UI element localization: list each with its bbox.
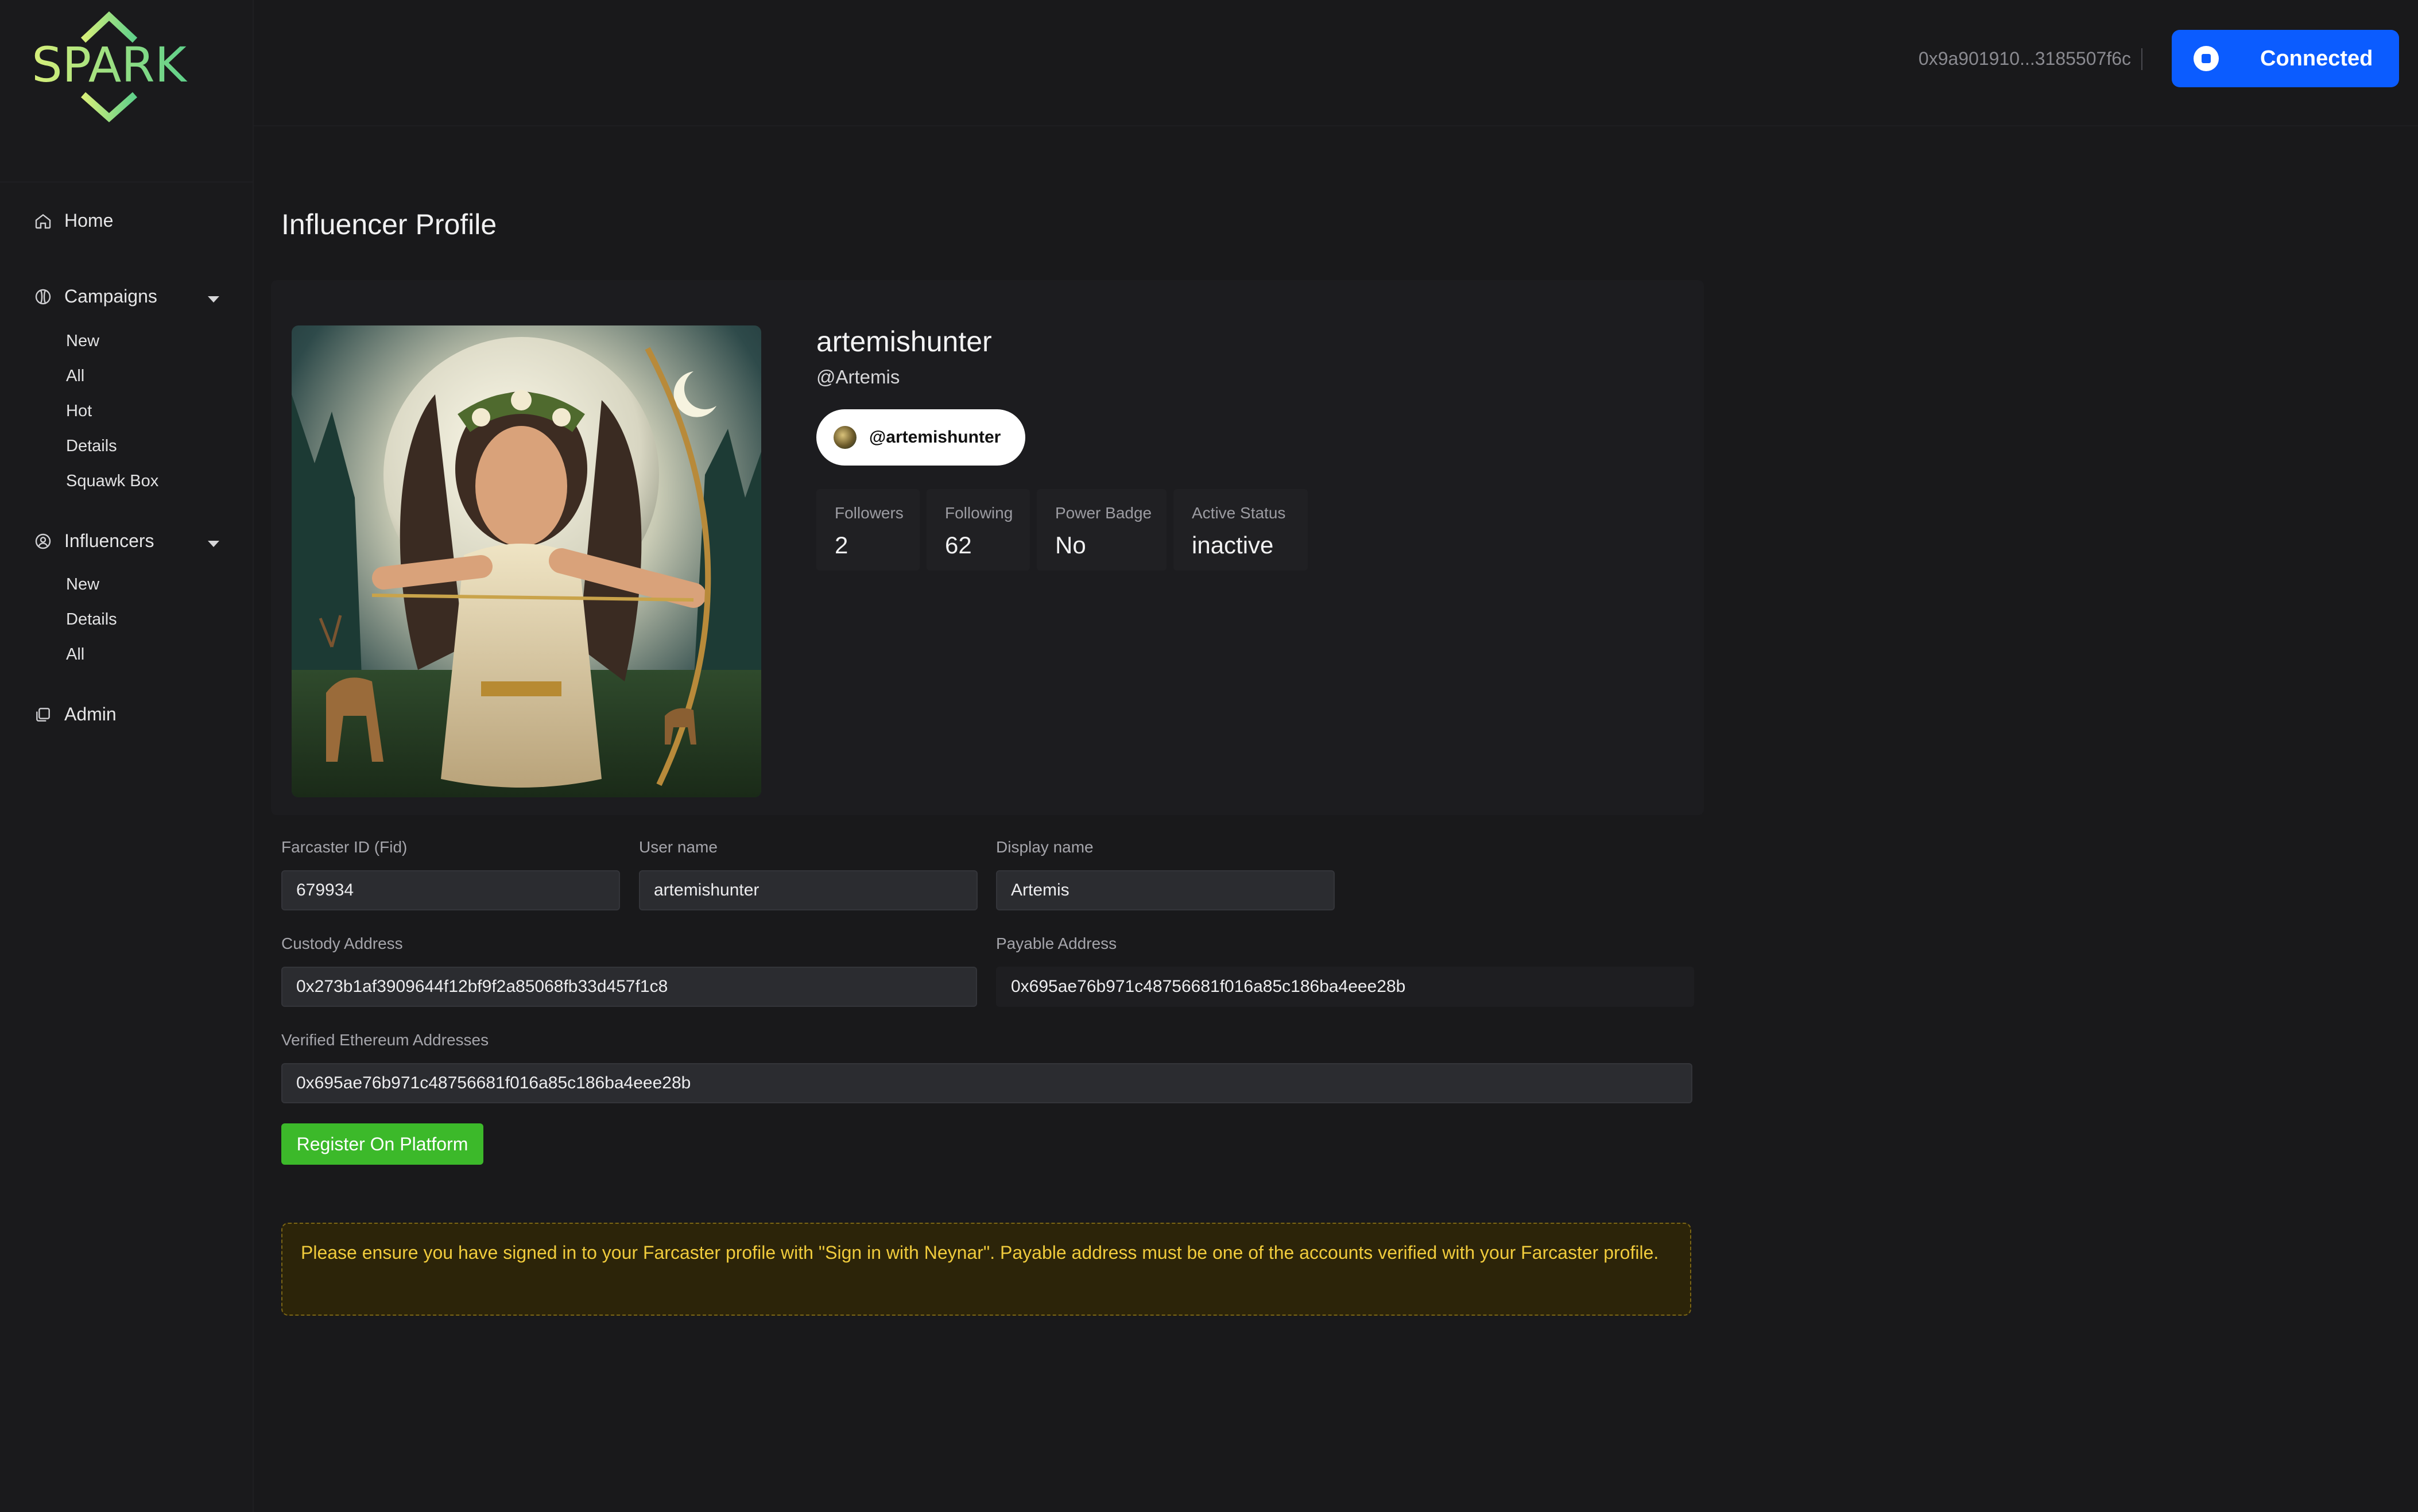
sidebar-item-label: Home	[64, 210, 114, 231]
stat-label: Followers	[835, 504, 904, 522]
profile-handle: @Artemis	[816, 366, 900, 387]
wallet-icon	[2194, 46, 2219, 71]
payable-address-label: Payable Address	[996, 935, 1117, 952]
sidebar-item-label: Influencers	[64, 530, 154, 551]
username-label: User name	[639, 838, 718, 856]
campaign-icon	[33, 287, 53, 307]
custody-address-field[interactable]: 0x273b1af3909644f12bf9f2a85068fb33d457f1…	[281, 967, 977, 1007]
chevron-down-icon[interactable]	[208, 541, 219, 547]
sidebar-item-campaigns[interactable]: Campaigns	[33, 286, 157, 307]
logo-wordmark: SPARK	[32, 37, 187, 93]
user-circle-icon	[33, 532, 53, 551]
profile-link-label: @artemishunter	[869, 428, 1001, 447]
warning-notice: Please ensure you have signed in to your…	[281, 1223, 1691, 1316]
connected-button-label: Connected	[2260, 46, 2373, 71]
sidebar-item-influencers[interactable]: Influencers	[33, 530, 154, 552]
stat-label: Power Badge	[1055, 504, 1152, 522]
sidebar-subitem-campaigns-new[interactable]: New	[66, 332, 99, 351]
page-title: Influencer Profile	[281, 208, 497, 241]
connected-button[interactable]: Connected	[2172, 30, 2399, 87]
chevron-down-icon[interactable]	[208, 296, 219, 303]
sidebar-subitem-campaigns-hot[interactable]: Hot	[66, 402, 92, 421]
username-field[interactable]: artemishunter	[639, 870, 978, 910]
sidebar-subitem-campaigns-details[interactable]: Details	[66, 437, 117, 456]
wallet-address[interactable]: 0x9a901910...3185507f6c	[1919, 48, 2131, 69]
sidebar-item-label: Admin	[64, 704, 117, 724]
sidebar-item-admin[interactable]: Admin	[33, 704, 117, 725]
stat-label: Following	[945, 504, 1013, 522]
stat-value: inactive	[1192, 532, 1274, 559]
sidebar-item-label: Campaigns	[64, 286, 157, 307]
home-icon	[33, 211, 53, 231]
custody-address-label: Custody Address	[281, 935, 403, 952]
profile-link-button[interactable]: @artemishunter	[816, 409, 1025, 466]
admin-icon	[33, 705, 53, 724]
sidebar-subitem-influencers-all[interactable]: All	[66, 645, 84, 664]
sidebar-subitem-influencers-new[interactable]: New	[66, 575, 99, 594]
payable-address-field[interactable]: 0x695ae76b971c48756681f016a85c186ba4eee2…	[996, 967, 1694, 1007]
avatar	[834, 426, 857, 449]
fid-label: Farcaster ID (Fid)	[281, 838, 408, 856]
stat-label: Active Status	[1192, 504, 1286, 522]
sidebar-item-home[interactable]: Home	[33, 210, 113, 231]
verified-addresses-label: Verified Ethereum Addresses	[281, 1031, 489, 1049]
stat-power-badge: Power Badge No	[1037, 489, 1167, 571]
logo-area: SPARK	[0, 0, 253, 183]
top-bar: 0x9a901910...3185507f6c Connected	[254, 0, 2418, 126]
profile-avatar-image	[292, 325, 761, 797]
display-name-field[interactable]: Artemis	[996, 870, 1335, 910]
spark-logo[interactable]: SPARK	[17, 11, 201, 126]
sidebar-subitem-influencers-details[interactable]: Details	[66, 610, 117, 629]
stat-active-status: Active Status inactive	[1173, 489, 1308, 571]
sidebar-subitem-squawk-box[interactable]: Squawk Box	[66, 472, 158, 491]
profile-username: artemishunter	[816, 325, 992, 358]
stat-following: Following 62	[927, 489, 1030, 571]
display-name-label: Display name	[996, 838, 1094, 856]
stat-value: No	[1055, 532, 1086, 559]
stat-value: 2	[835, 532, 848, 559]
register-on-platform-button[interactable]: Register On Platform	[281, 1123, 483, 1165]
sidebar-subitem-campaigns-all[interactable]: All	[66, 367, 84, 386]
fid-field[interactable]: 679934	[281, 870, 620, 910]
stat-followers: Followers 2	[816, 489, 920, 571]
stat-value: 62	[945, 532, 972, 559]
sidebar: SPARK Home Campaigns New All Hot Details…	[0, 0, 254, 1512]
verified-addresses-field[interactable]: 0x695ae76b971c48756681f016a85c186ba4eee2…	[281, 1063, 1692, 1103]
divider	[2141, 48, 2142, 70]
